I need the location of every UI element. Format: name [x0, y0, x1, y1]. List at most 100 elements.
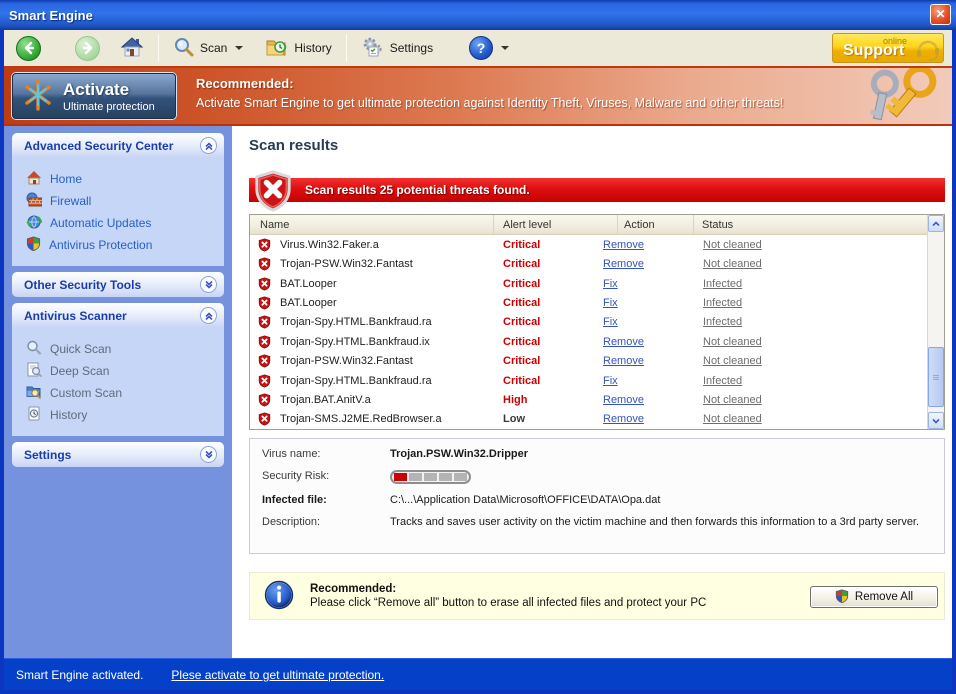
toolbar-separator: [345, 34, 347, 62]
support-button[interactable]: online Support: [832, 33, 944, 63]
help-button[interactable]: ?: [465, 34, 513, 62]
scan-label: Scan: [200, 41, 228, 55]
scan-button[interactable]: Scan: [169, 34, 247, 63]
remove-all-button[interactable]: Remove All: [810, 586, 938, 608]
threat-shield-icon: [258, 393, 280, 407]
history-label: History: [294, 41, 332, 55]
scan-dropdown-icon: [235, 46, 244, 50]
back-button[interactable]: [12, 34, 45, 63]
table-row[interactable]: Virus.Win32.Faker.a Critical Remove Not …: [250, 235, 927, 254]
section-header-advanced-security-center[interactable]: Advanced Security Center: [12, 133, 224, 158]
vertical-scrollbar[interactable]: [927, 215, 944, 429]
forward-button[interactable]: [71, 34, 104, 63]
table-header: Name Alert level Action Status: [250, 215, 944, 235]
home-button[interactable]: [116, 33, 148, 64]
home-icon: [120, 35, 144, 62]
toolbar: Scan History Settings ? online Support: [4, 30, 952, 66]
back-icon: [16, 35, 41, 61]
action-link[interactable]: Remove: [603, 413, 703, 425]
sidebar-item-home[interactable]: Home: [12, 168, 224, 190]
threat-name: BAT.Looper: [280, 277, 337, 290]
chevron-up-icon[interactable]: [200, 307, 217, 324]
table-row[interactable]: Trojan-PSW.Win32.Fantast Critical Remove…: [250, 254, 927, 273]
chevron-up-icon[interactable]: [200, 137, 217, 154]
action-link[interactable]: Fix: [603, 297, 703, 309]
scan-icon: [173, 36, 195, 61]
activate-subtitle: Ultimate protection: [63, 100, 155, 113]
status-value: Not cleaned: [703, 335, 762, 348]
column-header-action[interactable]: Action: [617, 215, 693, 234]
table-row[interactable]: Trojan-Spy.HTML.Bankfraud.ra Critical Fi…: [250, 371, 927, 390]
sidebar-item-deep-scan[interactable]: Deep Scan: [12, 360, 224, 382]
history-page-icon: [26, 406, 42, 424]
activate-button[interactable]: Activate Ultimate protection: [12, 73, 176, 119]
column-header-name[interactable]: Name: [250, 215, 493, 234]
alert-level: Critical: [503, 335, 541, 348]
support-label: Support: [843, 42, 905, 59]
action-link[interactable]: Remove: [603, 355, 703, 367]
sidebar-item-quick-scan[interactable]: Quick Scan: [12, 338, 224, 360]
infected-file-label: Infected file:: [262, 494, 327, 506]
column-header-status[interactable]: Status: [693, 215, 944, 234]
action-link[interactable]: Fix: [603, 375, 703, 387]
sidebar-item-label: History: [50, 408, 88, 422]
scrollbar-thumb[interactable]: [928, 347, 944, 407]
forward-icon: [75, 35, 100, 61]
home-small-icon: [26, 170, 42, 188]
action-link[interactable]: Remove: [603, 239, 703, 251]
sidebar-item-firewall[interactable]: Firewall: [12, 190, 224, 212]
sidebar-item-custom-scan[interactable]: Custom Scan: [12, 382, 224, 404]
threat-name: Trojan-PSW.Win32.Fantast: [280, 258, 413, 271]
description-value: Tracks and saves user activity on the vi…: [390, 516, 920, 528]
button-shield-icon: [835, 588, 849, 606]
deep-scan-icon: [26, 362, 42, 380]
threat-name: BAT.Looper: [280, 296, 337, 309]
action-link[interactable]: Fix: [603, 316, 703, 328]
status-value: Infected: [703, 296, 743, 309]
sidebar-item-history[interactable]: History: [12, 404, 224, 426]
settings-label: Settings: [389, 41, 434, 55]
scroll-up-button[interactable]: [928, 215, 944, 232]
status-text: Smart Engine activated.: [16, 667, 144, 682]
action-link[interactable]: Remove: [603, 258, 703, 270]
sidebar-section-advanced-security-center: Advanced Security Center Home Firewall A…: [12, 133, 224, 266]
sidebar-item-automatic-updates[interactable]: Automatic Updates: [12, 212, 224, 234]
table-row[interactable]: BAT.Looper Critical Fix Infected: [250, 293, 927, 312]
chevron-down-icon[interactable]: [200, 446, 217, 463]
threat-details-panel: Virus name: Trojan.PSW.Win32.Dripper Sec…: [249, 438, 945, 554]
section-title: Antivirus Scanner: [24, 308, 127, 323]
banner-recommended-label: Recommended:: [196, 76, 294, 91]
threat-name: Trojan-Spy.HTML.Bankfraud.ra: [280, 316, 432, 329]
threat-name: Virus.Win32.Faker.a: [280, 238, 379, 251]
action-link[interactable]: Fix: [603, 278, 703, 290]
sidebar-item-label: Quick Scan: [50, 342, 112, 356]
status-value: Infected: [703, 277, 743, 290]
column-header-alert-level[interactable]: Alert level: [493, 215, 617, 234]
threat-shield-icon: [258, 257, 280, 271]
info-icon: [264, 580, 294, 613]
sidebar-item-antivirus-protection[interactable]: Antivirus Protection: [12, 234, 224, 256]
table-row[interactable]: Trojan.BAT.AnitV.a High Remove Not clean…: [250, 390, 927, 409]
chevron-down-icon[interactable]: [200, 276, 217, 293]
section-header-settings[interactable]: Settings: [12, 442, 224, 467]
table-row[interactable]: Trojan-Spy.HTML.Bankfraud.ix Critical Re…: [250, 332, 927, 351]
table-row[interactable]: Trojan-Spy.HTML.Bankfraud.ra Critical Fi…: [250, 313, 927, 332]
status-value: Not cleaned: [703, 355, 762, 368]
history-button[interactable]: History: [261, 34, 335, 63]
scroll-down-button[interactable]: [928, 412, 944, 429]
sidebar-section-antivirus-scanner: Antivirus Scanner Quick Scan Deep Scan C…: [12, 303, 224, 436]
settings-button[interactable]: Settings: [357, 34, 437, 63]
table-row[interactable]: Trojan-PSW.Win32.Fantast Critical Remove…: [250, 351, 927, 370]
remove-all-label: Remove All: [854, 591, 914, 603]
table-row[interactable]: BAT.Looper Critical Fix Infected: [250, 274, 927, 293]
activate-link[interactable]: Plese activate to get ultimate protectio…: [171, 668, 384, 682]
section-header-antivirus-scanner[interactable]: Antivirus Scanner: [12, 303, 224, 328]
action-link[interactable]: Remove: [603, 336, 703, 348]
threat-name: Trojan-SMS.J2ME.RedBrowser.a: [280, 413, 442, 426]
section-header-other-security-tools[interactable]: Other Security Tools: [12, 272, 224, 297]
alert-banner-text: Scan results 25 potential threats found.: [305, 183, 530, 197]
status-value: Not cleaned: [703, 258, 762, 271]
close-button[interactable]: ✕: [930, 4, 951, 25]
table-row[interactable]: Trojan-SMS.J2ME.RedBrowser.a Low Remove …: [250, 410, 927, 429]
action-link[interactable]: Remove: [603, 394, 703, 406]
